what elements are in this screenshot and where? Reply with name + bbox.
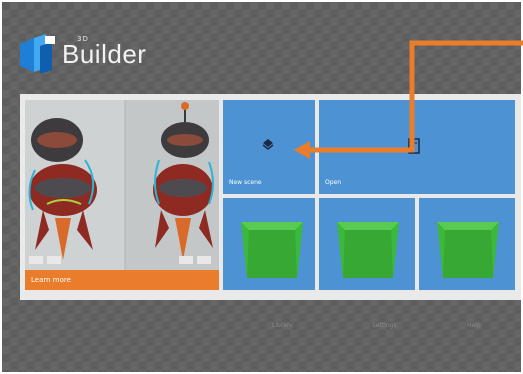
- rocket-illustration: [25, 100, 219, 270]
- footer-link-library[interactable]: Library: [272, 322, 293, 329]
- builder-logo-icon: [20, 34, 55, 74]
- brand-label: 3D: [77, 35, 89, 43]
- new-scene-tile[interactable]: New scene: [223, 100, 315, 194]
- cube-icon: [241, 222, 303, 278]
- cube-icon: [437, 222, 499, 278]
- recent-model-tile[interactable]: [419, 198, 515, 290]
- learn-more-card[interactable]: Learn more: [25, 100, 219, 290]
- learn-more-label: Learn more: [25, 270, 219, 290]
- new-scene-label: New scene: [229, 179, 262, 186]
- recent-model-tile[interactable]: [223, 198, 315, 290]
- footer-link-settings[interactable]: Settings: [372, 322, 397, 329]
- open-file-icon: [408, 138, 420, 154]
- start-panel: Learn more New scene Open: [20, 94, 521, 300]
- app-window: 3D Builder Learn more New scene Open Lib…: [2, 2, 521, 372]
- app-title: Builder: [62, 39, 147, 69]
- open-tile[interactable]: Open: [319, 100, 515, 194]
- footer-link-help[interactable]: Help: [467, 322, 481, 329]
- recent-model-tile[interactable]: [319, 198, 415, 290]
- app-title-group: 3D Builder: [62, 35, 147, 71]
- open-label: Open: [325, 179, 342, 186]
- new-scene-icon: [262, 139, 274, 150]
- cube-icon: [337, 222, 399, 278]
